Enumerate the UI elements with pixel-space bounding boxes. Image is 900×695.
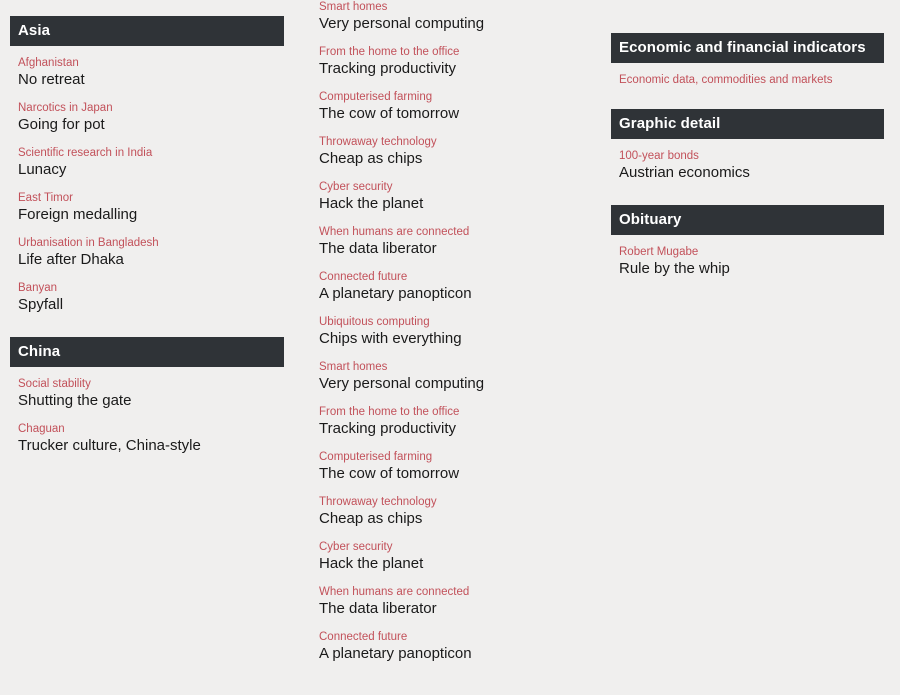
article-headline: Shutting the gate <box>18 392 132 409</box>
article-item[interactable]: Urbanisation in Bangladesh Life after Dha… <box>18 225 276 270</box>
article-headline: Tracking productivity <box>319 60 456 77</box>
section-body: Afghanistan No retreat Narcotics in Japan G… <box>10 46 284 315</box>
article-item[interactable]: Smart homes Very personal computing <box>319 349 579 394</box>
article-headline: Going for pot <box>18 116 105 133</box>
article-kicker: From the home to the office <box>319 46 460 58</box>
article-headline: Cheap as chips <box>319 150 423 167</box>
section-header[interactable]: Economic and financial indicators <box>611 33 884 63</box>
article-item[interactable]: Connected future A planetary panopticon <box>319 619 579 664</box>
article-headline: Cheap as chips <box>319 510 423 527</box>
middle-column: Smart homes Very personal computing From t… <box>319 0 579 664</box>
article-headline: A planetary panopticon <box>319 645 472 662</box>
article-headline: Hack the planet <box>319 195 424 212</box>
article-kicker: Computerised farming <box>319 451 433 463</box>
article-item[interactable]: Banyan Spyfall <box>18 270 276 315</box>
article-headline: Chips with everything <box>319 330 462 347</box>
article-headline: No retreat <box>18 71 85 88</box>
section: Graphic detail 100-year bonds Austrian eco… <box>611 109 884 183</box>
section-body: 100-year bonds Austrian economics <box>611 139 884 183</box>
article-kicker: Chaguan <box>18 423 65 435</box>
article-item[interactable]: 100-year bonds Austrian economics <box>619 139 876 183</box>
article-item[interactable]: Ubiquitous computing Chips with everythin… <box>319 304 579 349</box>
article-kicker: Robert Mugabe <box>619 246 699 258</box>
article-kicker: Throwaway technology <box>319 136 437 148</box>
article-kicker: Scientific research in India <box>18 147 153 159</box>
article-headline: Very personal computing <box>319 15 485 32</box>
article-kicker: Throwaway technology <box>319 496 437 508</box>
left-column: Asia Afghanistan No retreat Narcotics in Ja… <box>10 0 284 456</box>
contents-page: Asia Afghanistan No retreat Narcotics in Ja… <box>0 0 900 695</box>
section-header[interactable]: Obituary <box>611 205 884 235</box>
section-header[interactable]: Graphic detail <box>611 109 884 139</box>
article-kicker: Cyber security <box>319 181 393 193</box>
article-kicker: Social stability <box>18 378 91 390</box>
article-headline: Spyfall <box>18 296 64 313</box>
article-headline: The data liberator <box>319 240 437 257</box>
article-item[interactable]: East Timor Foreign medalling <box>18 180 276 225</box>
article-headline: Austrian economics <box>619 164 750 181</box>
article-kicker: Urbanisation in Bangladesh <box>18 237 159 249</box>
article-kicker: When humans are connected <box>319 226 470 238</box>
article-kicker: From the home to the office <box>319 406 460 418</box>
section-body: Economic data, commodities and markets <box>611 63 884 87</box>
article-item[interactable]: Throwaway technology Cheap as chips <box>319 484 579 529</box>
article-kicker: Connected future <box>319 271 408 283</box>
section: Asia Afghanistan No retreat Narcotics in Ja… <box>10 16 284 315</box>
article-headline: Trucker culture, China-style <box>18 437 201 454</box>
article-kicker: Computerised farming <box>319 91 433 103</box>
article-kicker: Afghanistan <box>18 57 79 69</box>
section: Obituary Robert Mugabe Rule by the whip <box>611 205 884 279</box>
article-stream: Smart homes Very personal computing From t… <box>319 0 579 664</box>
article-item[interactable]: When humans are connected The data libera… <box>319 214 579 259</box>
article-kicker: East Timor <box>18 192 73 204</box>
article-headline: The cow of tomorrow <box>319 105 460 122</box>
article-item[interactable]: Robert Mugabe Rule by the whip <box>619 235 876 279</box>
article-item[interactable]: Connected future A planetary panopticon <box>319 259 579 304</box>
article-kicker: Smart homes <box>319 361 388 373</box>
article-item[interactable]: Cyber security Hack the planet <box>319 169 579 214</box>
article-item[interactable]: From the home to the office Tracking prod… <box>319 34 579 79</box>
article-item[interactable]: When humans are connected The data libera… <box>319 574 579 619</box>
article-headline: Tracking productivity <box>319 420 456 437</box>
article-kicker: Narcotics in Japan <box>18 102 113 114</box>
article-kicker: Connected future <box>319 631 408 643</box>
article-item[interactable]: Social stability Shutting the gate <box>18 367 276 411</box>
article-kicker: When humans are connected <box>319 586 470 598</box>
article-item[interactable]: Computerised farming The cow of tomorrow <box>319 79 579 124</box>
article-kicker: 100-year bonds <box>619 150 699 162</box>
section-header[interactable]: China <box>10 337 284 367</box>
article-headline: Life after Dhaka <box>18 251 124 268</box>
article-item[interactable]: Chaguan Trucker culture, China-style <box>18 411 276 456</box>
article-item[interactable]: Computerised farming The cow of tomorrow <box>319 439 579 484</box>
article-item[interactable]: Throwaway technology Cheap as chips <box>319 124 579 169</box>
article-kicker: Smart homes <box>319 1 388 13</box>
article-kicker: Cyber security <box>319 541 393 553</box>
article-headline: The cow of tomorrow <box>319 465 460 482</box>
article-item[interactable]: Cyber security Hack the planet <box>319 529 579 574</box>
article-item[interactable]: From the home to the office Tracking prod… <box>319 394 579 439</box>
article-headline: Very personal computing <box>319 375 485 392</box>
article-headline: Foreign medalling <box>18 206 138 223</box>
article-kicker: Economic data, commodities and markets <box>619 74 833 86</box>
article-headline: A planetary panopticon <box>319 285 472 302</box>
section-body: Social stability Shutting the gate Chaguan… <box>10 367 284 456</box>
section-header[interactable]: Asia <box>10 16 284 46</box>
article-item[interactable]: Narcotics in Japan Going for pot <box>18 90 276 135</box>
section-body: Robert Mugabe Rule by the whip <box>611 235 884 279</box>
article-kicker: Ubiquitous computing <box>319 316 430 328</box>
article-item[interactable]: Scientific research in India Lunacy <box>18 135 276 180</box>
article-headline: Rule by the whip <box>619 260 730 277</box>
article-headline: The data liberator <box>319 600 437 617</box>
article-kicker: Banyan <box>18 282 58 294</box>
section: China Social stability Shutting the gate Ch… <box>10 337 284 456</box>
article-item[interactable]: Smart homes Very personal computing <box>319 0 579 34</box>
article-headline: Lunacy <box>18 161 67 178</box>
article-item[interactable]: Afghanistan No retreat <box>18 46 276 90</box>
article-item[interactable]: Economic data, commodities and markets <box>619 63 876 87</box>
section: Economic and financial indicators Economi… <box>611 33 884 87</box>
article-headline: Hack the planet <box>319 555 424 572</box>
right-column: Economic and financial indicators Economi… <box>611 0 884 279</box>
